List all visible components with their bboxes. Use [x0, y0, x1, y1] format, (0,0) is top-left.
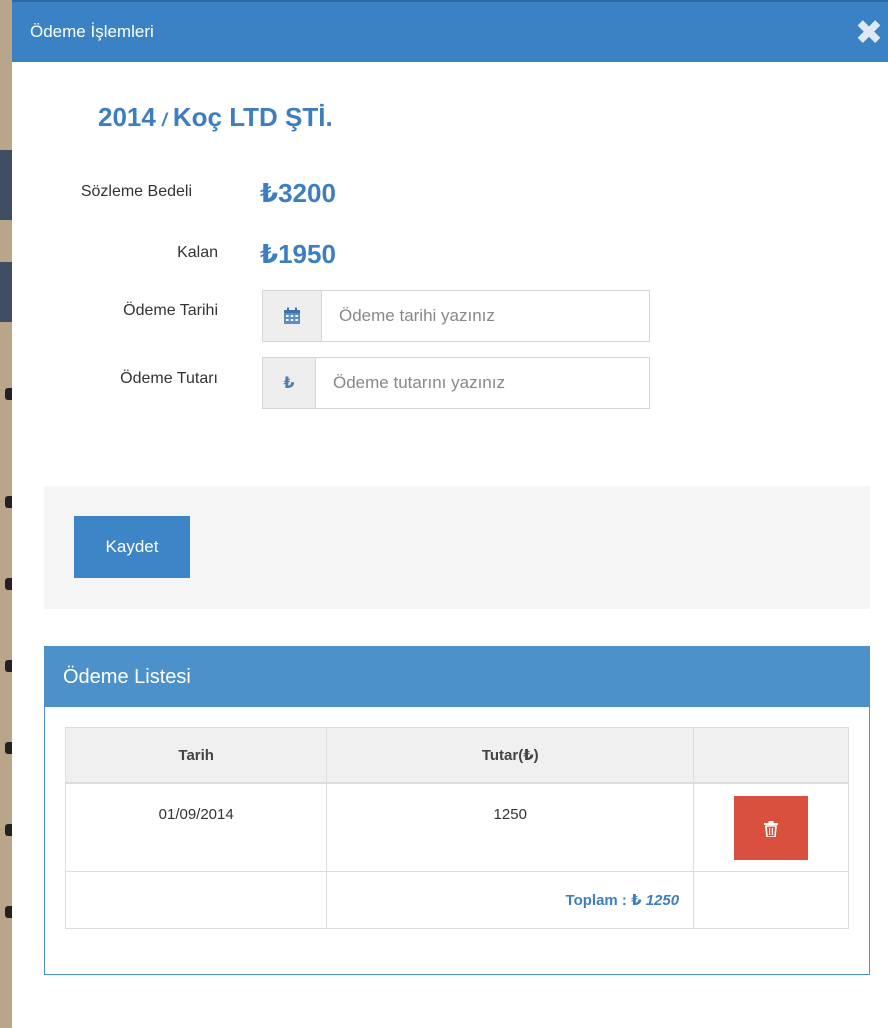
company-heading: 2014/Koç LTD ŞTİ.: [98, 102, 333, 133]
company-year: 2014: [98, 102, 156, 132]
remaining-label: Kalan: [177, 244, 218, 261]
payment-list-panel: Ödeme Listesi Tarih Tutar(₺) 01/09/2014 …: [44, 646, 870, 975]
background-dot: [5, 388, 12, 400]
column-amount: Tutar(₺): [326, 727, 695, 784]
payment-amount-group: ₺: [262, 357, 650, 409]
modal-title: Ödeme İşlemleri: [30, 22, 154, 41]
modal-header: Ödeme İşlemleri ✖: [12, 0, 888, 62]
payment-date-input[interactable]: [321, 291, 649, 341]
close-icon[interactable]: ✖: [854, 16, 884, 50]
save-button[interactable]: Kaydet: [74, 516, 190, 578]
calendar-icon: [263, 291, 322, 341]
delete-button[interactable]: [734, 796, 809, 860]
lira-icon: ₺: [263, 358, 316, 408]
row-actions: [693, 782, 849, 872]
company-separator: /: [161, 110, 167, 130]
total-empty-cell: [64, 870, 328, 929]
total-row: Toplam : ₺ 1250: [64, 870, 849, 929]
total-label: Toplam : ₺: [565, 891, 642, 909]
payment-date-label: Ödeme Tarihi: [123, 302, 218, 319]
total-cell: Toplam : ₺ 1250: [326, 870, 695, 929]
row-amount: 1250: [326, 782, 695, 872]
background-app-edge: [0, 0, 12, 1028]
form-actions: Kaydet: [44, 486, 870, 609]
payment-amount-label: Ödeme Tutarı: [120, 370, 218, 387]
background-dot: [5, 578, 12, 590]
background-dot: [5, 906, 12, 918]
trash-icon: [764, 821, 779, 839]
background-dot: [5, 660, 12, 672]
background-dot: [5, 824, 12, 836]
table-header-row: Tarih Tutar(₺): [64, 727, 849, 784]
payment-amount-input[interactable]: [315, 358, 649, 408]
table-row: 01/09/2014 1250: [64, 782, 849, 872]
payment-table: Tarih Tutar(₺) 01/09/2014 1250 Toplam: …: [64, 727, 849, 929]
column-actions: [693, 727, 849, 784]
column-date: Tarih: [64, 727, 328, 784]
contract-price-value: ₺3200: [260, 178, 336, 208]
background-dot: [5, 742, 12, 754]
total-empty-cell: [693, 870, 849, 929]
background-block: [0, 262, 12, 322]
payment-date-group: [262, 290, 650, 342]
contract-price-label: Sözleme Bedeli: [80, 183, 192, 200]
company-name: Koç LTD ŞTİ.: [172, 102, 333, 132]
row-date: 01/09/2014: [64, 782, 328, 872]
payment-list-title: Ödeme Listesi: [45, 647, 869, 707]
payment-modal: Ödeme İşlemleri ✖ 2014/Koç LTD ŞTİ. Sözl…: [12, 0, 888, 1028]
total-value: 1250: [645, 891, 680, 909]
background-block: [0, 150, 12, 220]
remaining-value: ₺1950: [260, 239, 336, 269]
background-dot: [5, 496, 12, 508]
